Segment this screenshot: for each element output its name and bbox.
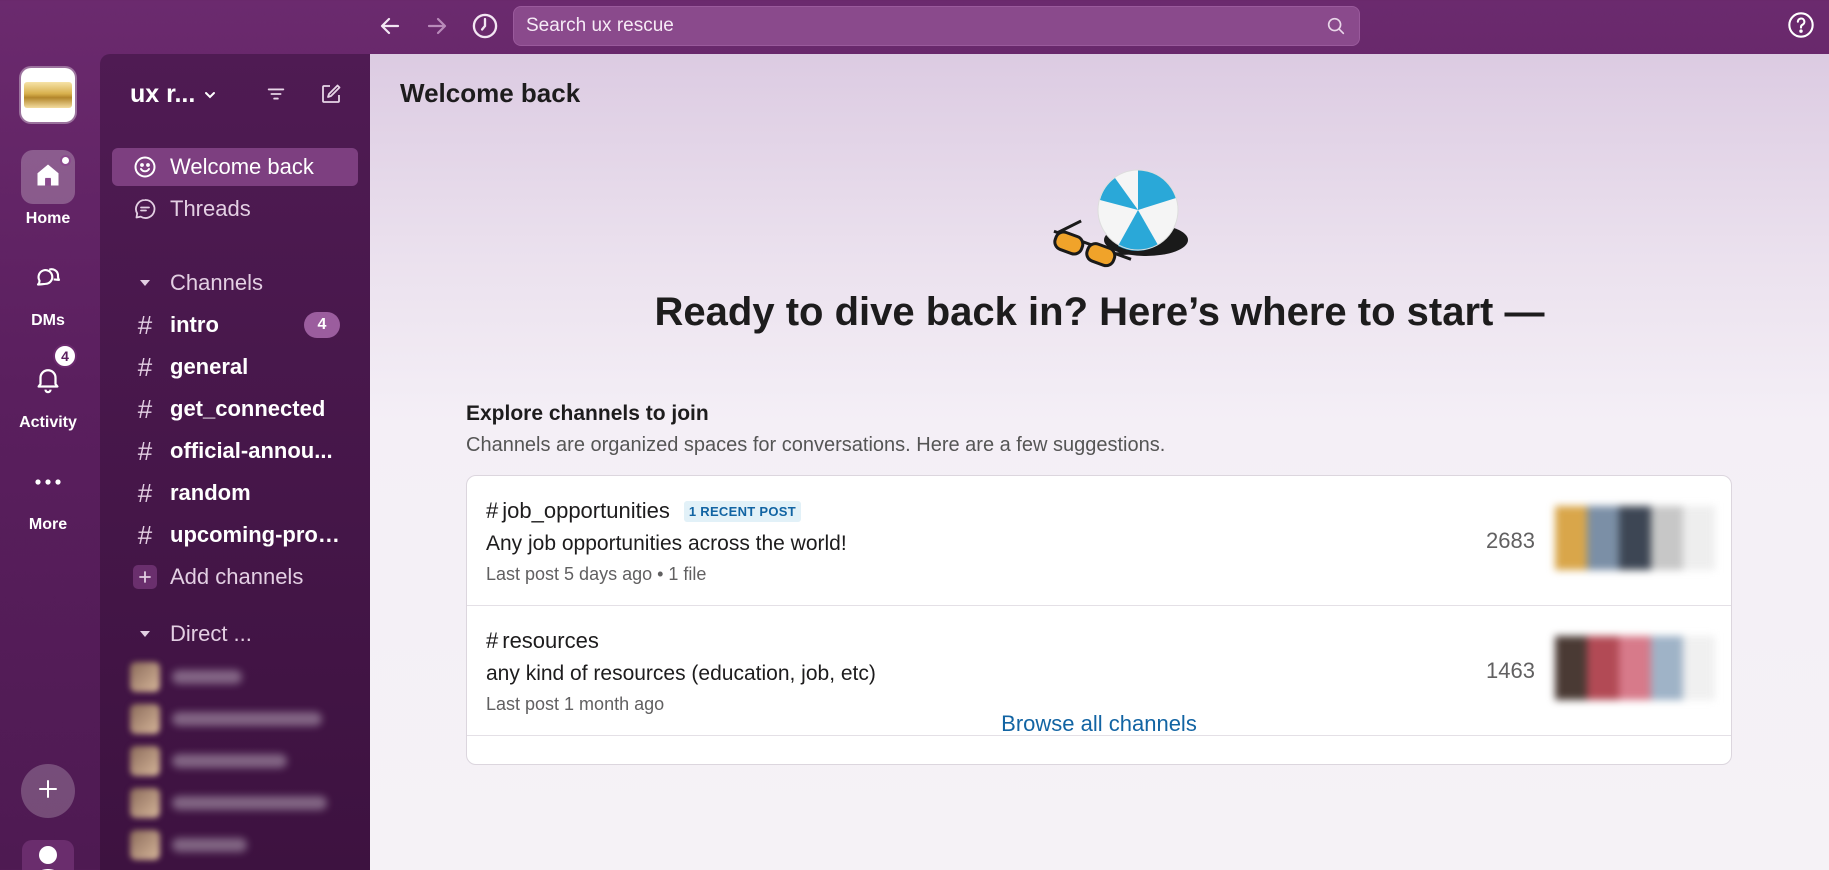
channel-name: get_connected xyxy=(170,396,326,421)
dm-item-blurred[interactable] xyxy=(130,662,330,692)
home-icon xyxy=(34,161,62,194)
suggested-channels-card: # job_opportunities 1 RECENT POST Any jo… xyxy=(466,475,1732,765)
suggested-channel-row[interactable]: # job_opportunities 1 RECENT POST Any jo… xyxy=(467,476,1731,606)
hash-icon: # xyxy=(137,477,153,508)
rail-home[interactable]: Home xyxy=(0,150,96,228)
bell-icon xyxy=(33,364,63,399)
help-icon[interactable] xyxy=(1786,10,1816,40)
compose-icon[interactable] xyxy=(315,78,347,110)
plus-icon xyxy=(36,777,60,806)
channel-description: any kind of resources (education, job, e… xyxy=(486,662,876,685)
sidebar-item-welcome[interactable]: Welcome back xyxy=(112,148,358,186)
dm-item-blurred[interactable] xyxy=(130,704,330,734)
activity-count-badge: 4 xyxy=(53,344,77,368)
sidebar-item-label: Threads xyxy=(170,196,251,221)
unread-dot xyxy=(60,155,71,166)
sidebar-channel-official-announcements[interactable]: # official-annou... xyxy=(112,432,358,470)
sidebar-channel-upcoming-projects[interactable]: # upcoming-proj... xyxy=(112,516,358,554)
member-avatars-blurred xyxy=(1555,506,1715,570)
channel-name: random xyxy=(170,480,251,505)
workspace-rail: Home DMs 4 Activity More xyxy=(0,54,98,870)
sidebar-channel-random[interactable]: # random xyxy=(112,474,358,512)
workspace-name: ux r... xyxy=(130,79,196,108)
more-dots-icon xyxy=(33,474,63,492)
search-input[interactable]: Search ux rescue xyxy=(526,15,1325,37)
channel-sidebar: ux r... Welcome back Threads Channels # … xyxy=(100,54,370,870)
hash-icon: # xyxy=(137,351,153,382)
dm-item-blurred[interactable] xyxy=(130,830,330,860)
rail-dms[interactable]: DMs xyxy=(0,252,96,330)
channel-name: intro xyxy=(170,312,219,337)
beach-illustration xyxy=(1030,150,1230,290)
member-count: 1463 xyxy=(1486,658,1535,683)
back-arrow-icon[interactable] xyxy=(373,9,407,43)
hash-icon: # xyxy=(137,519,153,550)
explore-subtitle: Channels are organized spaces for conver… xyxy=(466,434,1166,456)
sidebar-item-label: Welcome back xyxy=(170,154,314,179)
member-avatars-blurred xyxy=(1555,636,1715,700)
hash-icon: # xyxy=(137,393,153,424)
hash-icon: # xyxy=(486,628,499,653)
channel-meta: Last post 5 days ago • 1 file xyxy=(486,564,707,584)
channel-name: general xyxy=(170,354,249,379)
caret-down-icon xyxy=(132,627,158,641)
more-label: More xyxy=(28,516,68,533)
dm-bubbles-icon xyxy=(33,262,63,297)
top-bar: Search ux rescue xyxy=(0,0,1829,54)
browse-all-channels-link[interactable]: Browse all channels xyxy=(467,711,1731,741)
dm-item-blurred[interactable] xyxy=(130,746,330,776)
add-workspace-button[interactable] xyxy=(21,764,75,818)
workspace-switcher[interactable]: ux r... xyxy=(130,74,217,114)
section-label: Channels xyxy=(170,270,263,295)
user-avatar[interactable] xyxy=(22,840,74,870)
hash-icon: # xyxy=(137,435,153,466)
dm-item-blurred[interactable] xyxy=(130,788,330,818)
workspace-logo[interactable] xyxy=(21,68,75,122)
hash-icon: # xyxy=(486,498,499,523)
rail-more[interactable]: More xyxy=(0,456,96,534)
channel-name: upcoming-proj... xyxy=(170,522,340,547)
sidebar-item-label: Add channels xyxy=(170,564,304,589)
search-icon xyxy=(1325,15,1347,37)
add-channels-button[interactable]: Add channels xyxy=(112,558,358,596)
section-label: Direct ... xyxy=(170,621,252,646)
unread-count-badge: 4 xyxy=(304,312,340,338)
chevron-down-icon xyxy=(203,80,217,109)
explore-title: Explore channels to join xyxy=(466,402,709,425)
user-silhouette-icon xyxy=(28,842,68,870)
direct-messages-section-header[interactable]: Direct ... xyxy=(112,615,358,653)
home-label: Home xyxy=(25,210,71,227)
main-content: Welcome back Ready to dive back in? Here… xyxy=(370,54,1829,870)
activity-label: Activity xyxy=(19,414,77,431)
channel-name: job_opportunities xyxy=(502,498,670,523)
channel-description: Any job opportunities across the world! xyxy=(486,532,847,555)
channel-title[interactable]: # job_opportunities 1 RECENT POST xyxy=(486,498,802,524)
filter-icon[interactable] xyxy=(260,78,292,110)
search-bar[interactable]: Search ux rescue xyxy=(513,6,1360,46)
rail-activity[interactable]: 4 Activity xyxy=(0,344,96,432)
member-count: 2683 xyxy=(1486,528,1535,553)
channels-section-header[interactable]: Channels xyxy=(112,264,358,302)
smiley-icon xyxy=(132,155,158,179)
channel-title[interactable]: # resources xyxy=(486,628,599,654)
hash-icon: # xyxy=(137,309,153,340)
hero-heading: Ready to dive back in? Here’s where to s… xyxy=(654,290,1545,334)
sidebar-channel-intro[interactable]: # intro 4 xyxy=(112,306,358,344)
dms-label: DMs xyxy=(31,312,65,329)
sidebar-channel-get-connected[interactable]: # get_connected xyxy=(112,390,358,428)
plus-icon xyxy=(132,565,158,589)
threads-icon xyxy=(132,197,158,221)
page-title: Welcome back xyxy=(400,78,581,108)
recent-post-badge: 1 RECENT POST xyxy=(683,500,802,522)
channel-name: resources xyxy=(502,628,599,653)
forward-arrow-icon[interactable] xyxy=(420,9,454,43)
caret-down-icon xyxy=(132,276,158,290)
channel-name: official-annou... xyxy=(170,438,333,463)
sidebar-item-threads[interactable]: Threads xyxy=(112,190,358,228)
sidebar-channel-general[interactable]: # general xyxy=(112,348,358,386)
history-clock-icon[interactable] xyxy=(468,9,502,43)
